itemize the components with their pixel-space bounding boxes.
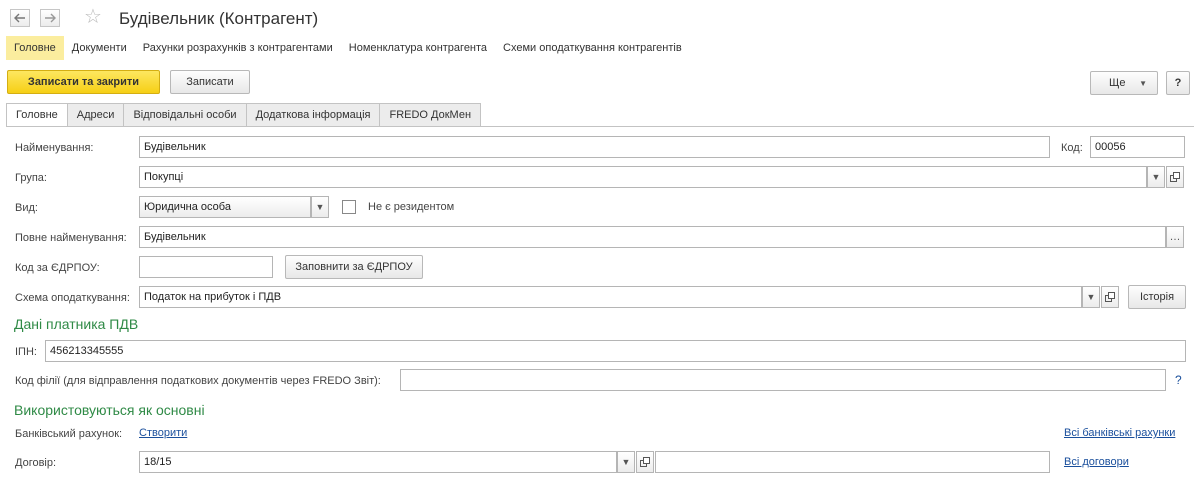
favorite-star-icon[interactable]: ☆	[84, 7, 102, 27]
top-navigation: Головне Документи Рахунки розрахунків з …	[6, 36, 690, 60]
edrpou-field[interactable]	[139, 256, 273, 278]
chevron-down-icon: ▼	[621, 457, 631, 467]
chevron-down-icon: ▼	[1151, 172, 1161, 182]
tab-responsible-persons[interactable]: Відповідальні особи	[124, 103, 247, 127]
save-and-close-button[interactable]: Записати та закрити	[7, 70, 160, 94]
forward-button[interactable]	[40, 9, 60, 27]
tab-addresses[interactable]: Адреси	[67, 103, 125, 127]
ipn-field[interactable]: 456213345555	[45, 340, 1186, 362]
tax-scheme-field[interactable]: Податок на прибуток і ПДВ	[139, 286, 1082, 308]
back-button[interactable]	[10, 9, 30, 27]
fill-by-edrpou-button[interactable]: Заповнити за ЄДРПОУ	[285, 255, 423, 279]
name-label: Найменування:	[15, 142, 94, 154]
chevron-down-icon: ▼	[1086, 292, 1096, 302]
dropdown-arrow-icon: ▼	[1139, 78, 1147, 88]
tab-underline	[6, 126, 1194, 127]
branch-help-icon[interactable]: ?	[1175, 373, 1182, 387]
vat-section-title: Дані платника ПДВ	[14, 316, 139, 332]
topnav-documents[interactable]: Документи	[64, 36, 135, 60]
tax-scheme-open-button[interactable]	[1101, 286, 1119, 308]
contract-extra-field[interactable]	[655, 451, 1050, 473]
all-contracts-link[interactable]: Всі договори	[1064, 456, 1129, 468]
topnav-nomenclature[interactable]: Номенклатура контрагента	[341, 36, 495, 60]
contract-open-button[interactable]	[636, 451, 654, 473]
help-button[interactable]: ?	[1166, 71, 1190, 95]
contract-field[interactable]: 18/15	[139, 451, 617, 473]
kind-dropdown-button[interactable]: ▼	[311, 196, 329, 218]
contract-dropdown-button[interactable]: ▼	[617, 451, 635, 473]
full-name-ellipsis-button[interactable]: …	[1166, 226, 1184, 248]
ellipsis-icon: …	[1169, 231, 1181, 243]
topnav-main[interactable]: Головне	[6, 36, 64, 60]
form-tabs: Головне Адреси Відповідальні особи Додат…	[6, 103, 482, 127]
nonresident-label: Не є резидентом	[368, 201, 455, 213]
topnav-tax-schemes[interactable]: Схеми оподаткування контрагентів	[495, 36, 690, 60]
kind-select[interactable]: Юридична особа	[139, 196, 311, 218]
full-name-label: Повне найменування:	[15, 232, 127, 244]
code-field[interactable]: 00056	[1090, 136, 1185, 158]
group-label: Група:	[15, 172, 47, 184]
open-window-icon	[640, 457, 650, 467]
save-button[interactable]: Записати	[170, 70, 250, 94]
chevron-down-icon: ▼	[315, 202, 325, 212]
nonresident-checkbox[interactable]	[342, 200, 356, 214]
arrow-left-icon	[14, 13, 25, 23]
bank-account-label: Банківський рахунок:	[15, 428, 123, 440]
contract-label: Договір:	[15, 457, 57, 469]
topnav-settlement-accounts[interactable]: Рахунки розрахунків з контрагентами	[135, 36, 341, 60]
tax-scheme-label: Схема оподаткування:	[15, 292, 130, 304]
window-title: Будівельник (Контрагент)	[119, 9, 319, 28]
kind-label: Вид:	[15, 202, 38, 214]
arrow-right-icon	[45, 13, 56, 23]
all-bank-accounts-link[interactable]: Всі банківські рахунки	[1064, 427, 1175, 439]
branch-code-label: Код філії (для відправлення податкових д…	[15, 375, 381, 387]
more-label: Ще	[1109, 77, 1126, 89]
main-section-title: Використовуються як основні	[14, 402, 205, 418]
group-dropdown-button[interactable]: ▼	[1147, 166, 1165, 188]
branch-code-field[interactable]	[400, 369, 1166, 391]
open-window-icon	[1170, 172, 1180, 182]
edrpou-label: Код за ЄДРПОУ:	[15, 262, 100, 274]
tab-additional-info[interactable]: Додаткова інформація	[246, 103, 381, 127]
full-name-field[interactable]: Будівельник	[139, 226, 1166, 248]
group-field[interactable]: Покупці	[139, 166, 1147, 188]
tax-scheme-dropdown-button[interactable]: ▼	[1082, 286, 1100, 308]
more-button[interactable]: Ще ▼	[1090, 71, 1158, 95]
history-button[interactable]: Історія	[1128, 285, 1186, 309]
tab-main[interactable]: Головне	[6, 103, 68, 127]
tab-fredo-dokmen[interactable]: FREDO ДокМен	[380, 103, 482, 127]
create-bank-account-link[interactable]: Створити	[139, 427, 187, 439]
code-label: Код:	[1061, 142, 1083, 154]
ipn-label: ІПН:	[15, 346, 37, 358]
open-window-icon	[1105, 292, 1115, 302]
name-field[interactable]: Будівельник	[139, 136, 1050, 158]
group-open-button[interactable]	[1166, 166, 1184, 188]
